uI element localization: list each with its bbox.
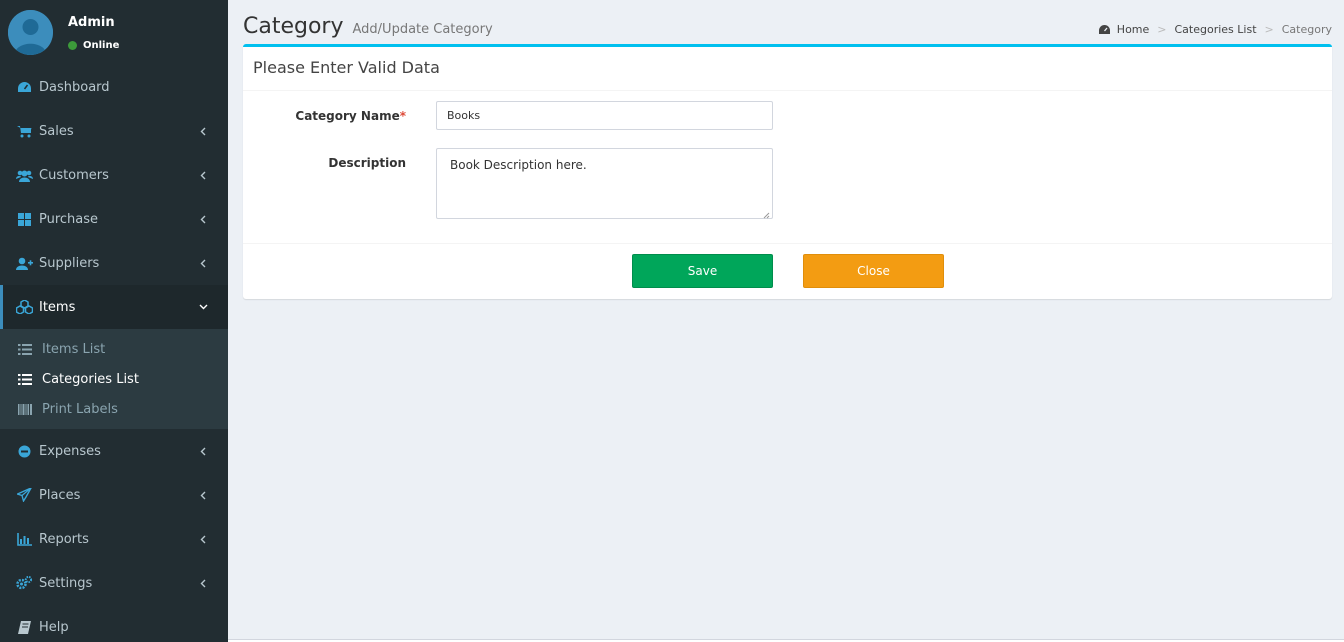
sidebar-item-help[interactable]: Help xyxy=(0,605,228,642)
close-button[interactable]: Close xyxy=(803,254,944,288)
breadcrumb-home-link[interactable]: Home xyxy=(1117,23,1149,36)
resize-grip-icon[interactable] xyxy=(762,208,770,219)
box-title: Please Enter Valid Data xyxy=(253,58,440,77)
sidebar-subitem-label: Items List xyxy=(42,341,106,357)
save-button[interactable]: Save xyxy=(632,254,773,288)
paper-plane-icon xyxy=(15,488,33,502)
chevron-left-icon xyxy=(196,576,210,590)
chevron-left-icon xyxy=(196,532,210,546)
description-row: Description xyxy=(243,156,406,170)
category-name-input[interactable] xyxy=(436,101,773,130)
category-name-label-text: Category Name xyxy=(295,109,400,123)
sidebar-item-settings[interactable]: Settings xyxy=(0,561,228,605)
sidebar-item-dashboard[interactable]: Dashboard xyxy=(0,65,228,109)
description-textarea[interactable]: Book Description here. xyxy=(436,148,773,219)
content-header: Category Add/Update Category xyxy=(243,14,493,39)
cogs-icon xyxy=(15,576,33,590)
sidebar-item-customers[interactable]: Customers xyxy=(0,153,228,197)
list-icon xyxy=(18,343,34,355)
category-name-row: Category Name* xyxy=(243,109,406,123)
page-subtitle: Add/Update Category xyxy=(352,22,493,37)
dashboard-icon xyxy=(15,81,33,94)
chevron-left-icon xyxy=(196,488,210,502)
sidebar-subitem-categories-list[interactable]: Categories List xyxy=(0,364,228,394)
box-header: Please Enter Valid Data xyxy=(243,47,1332,91)
items-submenu: Items List Categories List Print Labels xyxy=(0,329,228,429)
users-icon xyxy=(15,169,33,182)
cart-icon xyxy=(15,125,33,138)
sidebar-menu: Dashboard Sales Customers Purchase Suppl… xyxy=(0,65,228,329)
sidebar-menu-lower: Expenses Places Reports Settings Help xyxy=(0,429,228,642)
breadcrumb-current: Category xyxy=(1281,23,1332,36)
avatar[interactable] xyxy=(8,10,53,55)
sidebar-item-sales[interactable]: Sales xyxy=(0,109,228,153)
sidebar-item-label: Dashboard xyxy=(39,79,110,95)
chevron-left-icon xyxy=(196,124,210,138)
user-panel: Admin Online xyxy=(0,0,228,65)
breadcrumb-separator: > xyxy=(1157,23,1167,36)
description-text: Book Description here. xyxy=(450,158,587,172)
minus-circle-icon xyxy=(15,445,33,458)
category-form-box: Please Enter Valid Data Category Name* D… xyxy=(243,44,1332,299)
main-content: Category Add/Update Category Home > Cate… xyxy=(228,0,1344,642)
sidebar-item-reports[interactable]: Reports xyxy=(0,517,228,561)
chevron-down-icon xyxy=(196,300,210,314)
barcode-icon xyxy=(18,403,34,415)
sidebar: Admin Online Dashboard Sales Customers P… xyxy=(0,0,228,642)
sidebar-item-expenses[interactable]: Expenses xyxy=(0,429,228,473)
list-icon xyxy=(18,373,34,385)
online-status-icon xyxy=(68,41,77,50)
breadcrumb-categories-link[interactable]: Categories List xyxy=(1175,23,1257,36)
sidebar-item-label: Help xyxy=(39,619,69,635)
breadcrumb-separator: > xyxy=(1264,23,1274,36)
sidebar-item-items[interactable]: Items xyxy=(0,285,228,329)
sidebar-item-places[interactable]: Places xyxy=(0,473,228,517)
chevron-left-icon xyxy=(196,168,210,182)
bar-chart-icon xyxy=(15,532,33,546)
user-plus-icon xyxy=(15,257,33,270)
sidebar-item-suppliers[interactable]: Suppliers xyxy=(0,241,228,285)
user-status-label: Online xyxy=(83,40,120,51)
book-icon xyxy=(15,620,33,634)
sidebar-subitem-items-list[interactable]: Items List xyxy=(0,334,228,364)
page-title: Category xyxy=(243,14,344,39)
chevron-left-icon xyxy=(196,444,210,458)
user-name: Admin xyxy=(68,15,115,30)
chevron-left-icon xyxy=(196,212,210,226)
sidebar-subitem-label: Print Labels xyxy=(42,401,118,417)
dashboard-icon xyxy=(1098,24,1111,35)
chevron-left-icon xyxy=(196,256,210,270)
grid-icon xyxy=(15,212,33,226)
sidebar-subitem-label: Categories List xyxy=(42,371,139,387)
sidebar-subitem-print-labels[interactable]: Print Labels xyxy=(0,394,228,424)
breadcrumb: Home > Categories List > Category xyxy=(1098,23,1332,36)
description-label: Description xyxy=(328,156,406,170)
required-mark: * xyxy=(399,109,406,123)
user-status: Online xyxy=(68,40,119,51)
box-footer: Save Close xyxy=(243,243,1332,299)
sidebar-item-purchase[interactable]: Purchase xyxy=(0,197,228,241)
cubes-icon xyxy=(15,300,33,314)
category-name-label: Category Name* xyxy=(243,109,406,123)
